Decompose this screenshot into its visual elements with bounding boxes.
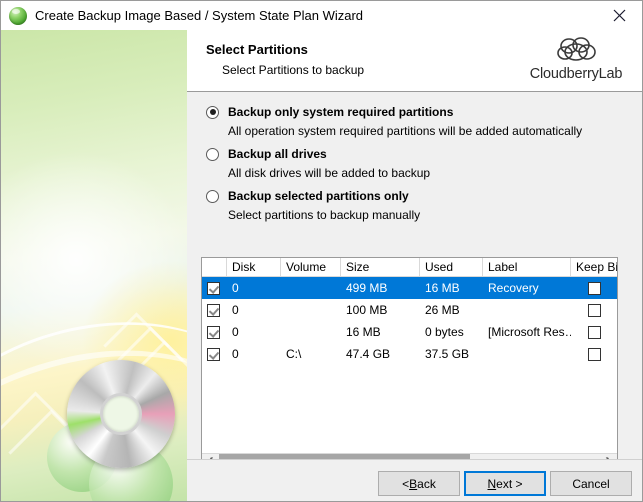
back-mnemonic: B <box>409 476 418 491</box>
option-selected-partitions[interactable]: Backup selected partitions only Select p… <box>187 186 642 224</box>
cell-keep-bitlocker[interactable] <box>571 277 617 299</box>
column-header-keep-bitlocker[interactable]: Keep BitLocker <box>571 258 617 276</box>
wizard-footer: < Back Next > Cancel <box>187 459 642 501</box>
back-button[interactable]: < Back <box>378 471 460 496</box>
row-check-cell[interactable] <box>202 277 227 299</box>
table-body: 0 499 MB 16 MB Recovery 0 100 MB 26 MB 0… <box>202 277 617 365</box>
column-header-label[interactable]: Label <box>483 258 571 276</box>
wizard-content-panel: Select Partitions Select Partitions to b… <box>187 30 642 501</box>
next-label-post: ext > <box>496 476 523 491</box>
wizard-window: Create Backup Image Based / System State… <box>0 0 643 502</box>
cell-disk: 0 <box>232 347 239 361</box>
titlebar: Create Backup Image Based / System State… <box>1 1 642 30</box>
column-header-size[interactable]: Size <box>341 258 420 276</box>
back-label-pre: < <box>402 476 410 491</box>
cell-keep-bitlocker[interactable] <box>571 321 617 343</box>
cell-keep-bitlocker[interactable] <box>571 343 617 365</box>
column-header-disk[interactable]: Disk <box>227 258 281 276</box>
cell-volume: C:\ <box>286 347 302 361</box>
option-description: All operation system required partitions… <box>228 124 583 138</box>
page-header: Select Partitions Select Partitions to b… <box>187 30 642 92</box>
option-label: Backup all drives <box>228 147 327 161</box>
next-button[interactable]: Next > <box>464 471 546 496</box>
option-label: Backup only system required partitions <box>228 105 454 119</box>
cell-used: 26 MB <box>425 303 460 317</box>
cell-used: 37.5 GB <box>425 347 470 361</box>
wizard-banner-image <box>1 30 187 501</box>
radio-selected-partitions[interactable] <box>206 189 219 203</box>
table-row[interactable]: 0 C:\ 47.4 GB 37.5 GB <box>202 343 617 365</box>
cell-disk: 0 <box>232 281 239 295</box>
row-check-cell[interactable] <box>202 299 227 321</box>
radio-all-drives[interactable] <box>206 147 219 161</box>
cell-disk: 0 <box>232 303 239 317</box>
window-title: Create Backup Image Based / System State… <box>35 8 364 23</box>
option-system-required[interactable]: Backup only system required partitions A… <box>187 102 642 140</box>
cloud-icon <box>557 37 596 61</box>
keep-bitlocker-checkbox[interactable] <box>587 326 601 340</box>
column-header-check[interactable] <box>202 258 227 276</box>
cell-keep-bitlocker[interactable] <box>571 299 617 321</box>
cell-used: 0 bytes <box>425 325 464 339</box>
logo-text: CloudberryLab <box>529 66 623 82</box>
radio-system-required[interactable] <box>206 105 219 119</box>
column-header-volume[interactable]: Volume <box>281 258 341 276</box>
back-label-post: ack <box>417 476 436 491</box>
option-label: Backup selected partitions only <box>228 189 409 203</box>
table-row[interactable]: 0 16 MB 0 bytes [Microsoft Res… <box>202 321 617 343</box>
cell-label: Recovery <box>488 281 539 295</box>
table-row[interactable]: 0 100 MB 26 MB <box>202 299 617 321</box>
keep-bitlocker-checkbox[interactable] <box>587 304 601 318</box>
option-description: Select partitions to backup manually <box>228 208 421 222</box>
page-title: Select Partitions <box>206 42 308 57</box>
cell-disk: 0 <box>232 325 239 339</box>
partition-mode-options: Backup only system required partitions A… <box>187 92 642 224</box>
row-checkbox[interactable] <box>207 326 220 340</box>
row-check-cell[interactable] <box>202 343 227 365</box>
table-row[interactable]: 0 499 MB 16 MB Recovery <box>202 277 617 299</box>
partitions-listview[interactable]: Disk Volume Size Used Label Keep BitLock… <box>201 257 618 471</box>
row-checkbox[interactable] <box>207 282 220 296</box>
keep-bitlocker-checkbox[interactable] <box>587 282 601 296</box>
cloudberrylab-logo: CloudberryLab <box>524 36 628 82</box>
cancel-button[interactable]: Cancel <box>550 471 632 496</box>
row-checkbox[interactable] <box>207 348 220 362</box>
keep-bitlocker-checkbox[interactable] <box>587 348 601 362</box>
green-orb-icon <box>9 6 27 25</box>
option-description: All disk drives will be added to backup <box>228 166 431 180</box>
table-header-row: Disk Volume Size Used Label Keep BitLock… <box>202 258 617 277</box>
cell-size: 16 MB <box>346 325 381 339</box>
cell-size: 100 MB <box>346 303 388 317</box>
page-subtitle: Select Partitions to backup <box>222 63 365 77</box>
row-check-cell[interactable] <box>202 321 227 343</box>
cell-size: 47.4 GB <box>346 347 391 361</box>
cell-size: 499 MB <box>346 281 388 295</box>
cell-label: [Microsoft Res… <box>488 325 571 339</box>
close-button[interactable] <box>597 1 642 30</box>
row-checkbox[interactable] <box>207 304 220 318</box>
next-mnemonic: N <box>487 476 497 491</box>
column-header-used[interactable]: Used <box>420 258 483 276</box>
cell-used: 16 MB <box>425 281 460 295</box>
option-all-drives[interactable]: Backup all drives All disk drives will b… <box>187 144 642 182</box>
close-icon <box>613 9 626 22</box>
